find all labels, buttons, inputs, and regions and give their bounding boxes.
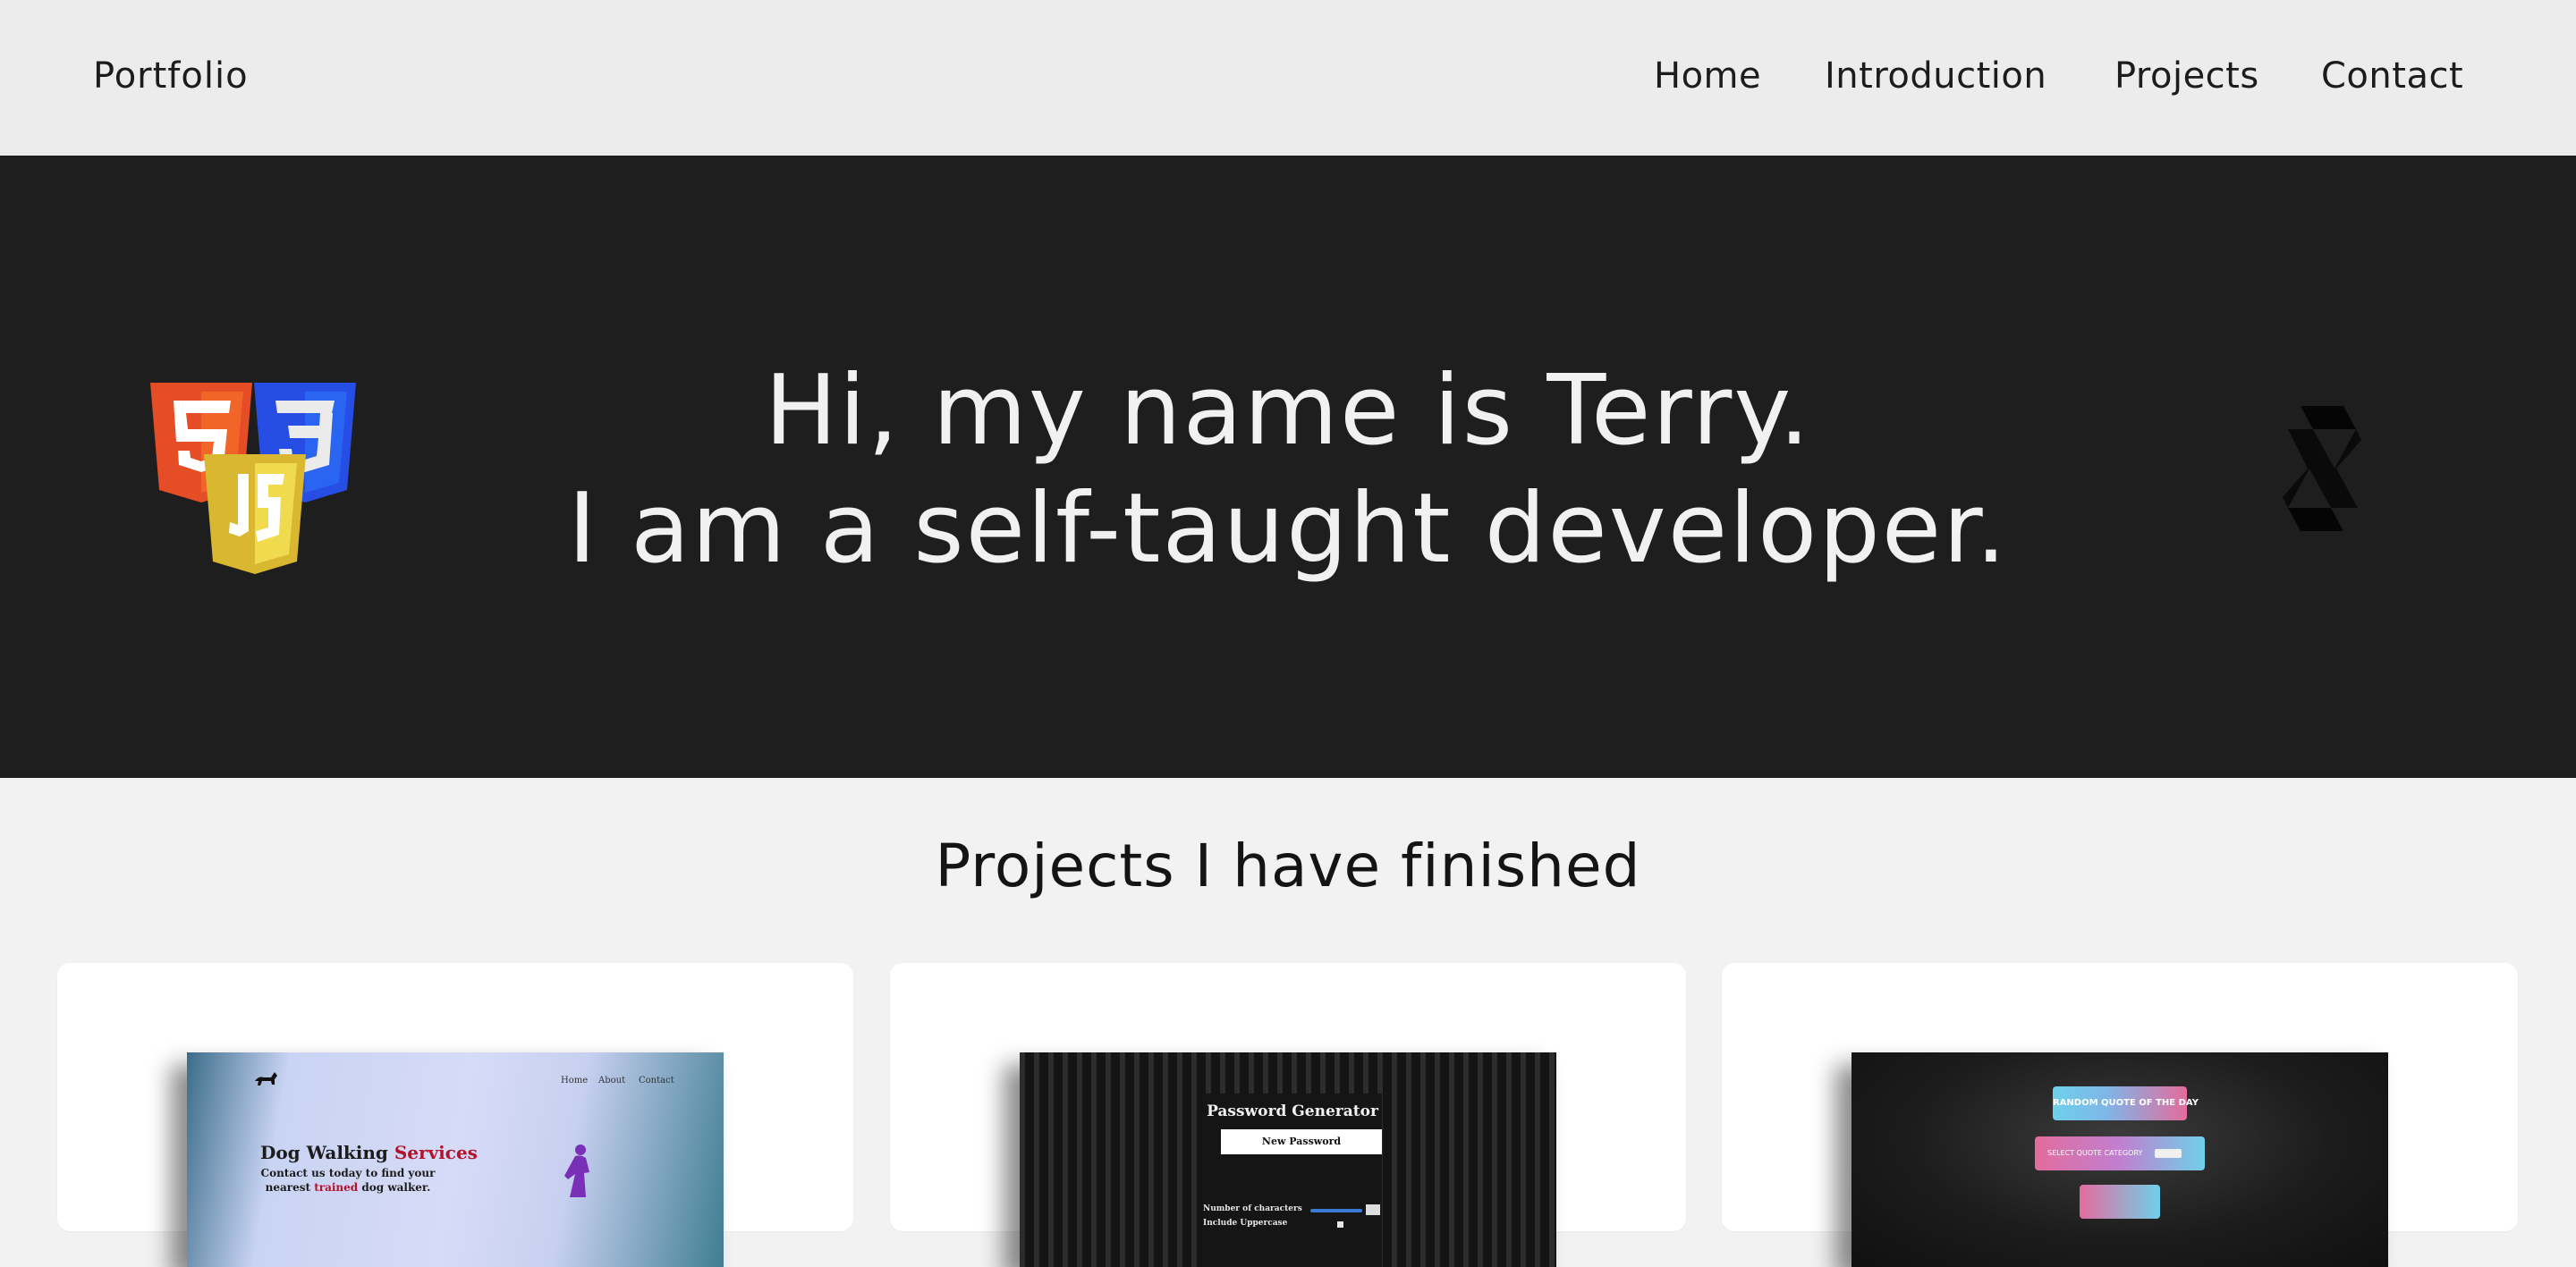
dw-title: Dog Walking Services [260,1142,478,1163]
dw-nav-about: About [598,1076,626,1085]
hero-banner: 5 3 JS Hi, my name is Terry. I am a self… [0,157,2576,778]
pw-checkbox [1337,1221,1343,1228]
dw-nav-home: Home [561,1076,589,1085]
projects-heading: Projects I have finished [935,832,1641,900]
top-navbar: Portfolio Home Introduction Projects Con… [0,0,2576,157]
dw-sub-text-b: dog walker. [361,1181,431,1194]
pw-title: Password Generator [1207,1102,1378,1120]
pw-slider [1310,1209,1362,1212]
dw-subtitle-2: nearest trained dog walker. [187,1181,509,1194]
quote-category-select [2155,1149,2182,1158]
quote-button: RANDOM QUOTE OF THE DAY [2053,1086,2199,1120]
main-nav: Home Introduction Projects Contact [0,55,2576,104]
pw-row-length: Number of characters [1203,1204,1302,1213]
pw-row-uppercase: Include Uppercase [1203,1219,1288,1228]
project-card-dog-walking[interactable]: Home About Contact Dog Walking Services … [57,963,853,1267]
project-card-password-generator[interactable]: Password Generator New Password Number o… [890,963,1686,1267]
dw-sub-text-a: nearest [265,1181,311,1194]
hero-heading: Hi, my name is Terry. I am a self-taught… [0,352,2576,588]
project-thumbnail[interactable]: Password Generator New Password Number o… [1020,1052,1556,1267]
pw-new-button: New Password [1221,1129,1382,1154]
nav-link-contact[interactable]: Contact [2321,55,2463,97]
dw-sub-accent: trained [314,1181,359,1194]
pw-number-field [1366,1204,1380,1215]
dw-subtitle-1: Contact us today to find your [260,1167,436,1179]
nav-link-introduction[interactable]: Introduction [1825,55,2046,97]
hero-tagline: I am a self-taught developer. [567,473,2009,585]
quote-category-bar: SELECT QUOTE CATEGORY [2035,1136,2205,1170]
nav-link-home[interactable]: Home [1654,55,1761,97]
pw-panel: Password Generator New Password Number o… [1203,1094,1382,1267]
dw-title-main: Dog Walking [260,1142,388,1163]
hero-greeting: Hi, my name is Terry. [764,355,1812,467]
dw-nav-contact: Contact [639,1076,674,1085]
dog-logo-icon [255,1072,277,1085]
dw-title-accent: Services [394,1142,478,1163]
project-thumbnail[interactable]: Home About Contact Dog Walking Services … [187,1052,724,1267]
nav-link-projects[interactable]: Projects [2114,55,2259,97]
solidity-logo-icon [2283,406,2361,531]
quote-extra-button [2080,1185,2160,1219]
woman-walking-icon [564,1145,589,1197]
project-card-random-quote[interactable]: RANDOM QUOTE OF THE DAY SELECT QUOTE CAT… [1722,963,2518,1267]
project-thumbnail[interactable]: RANDOM QUOTE OF THE DAY SELECT QUOTE CAT… [1852,1052,2388,1267]
quote-category-label: SELECT QUOTE CATEGORY [2047,1149,2143,1157]
